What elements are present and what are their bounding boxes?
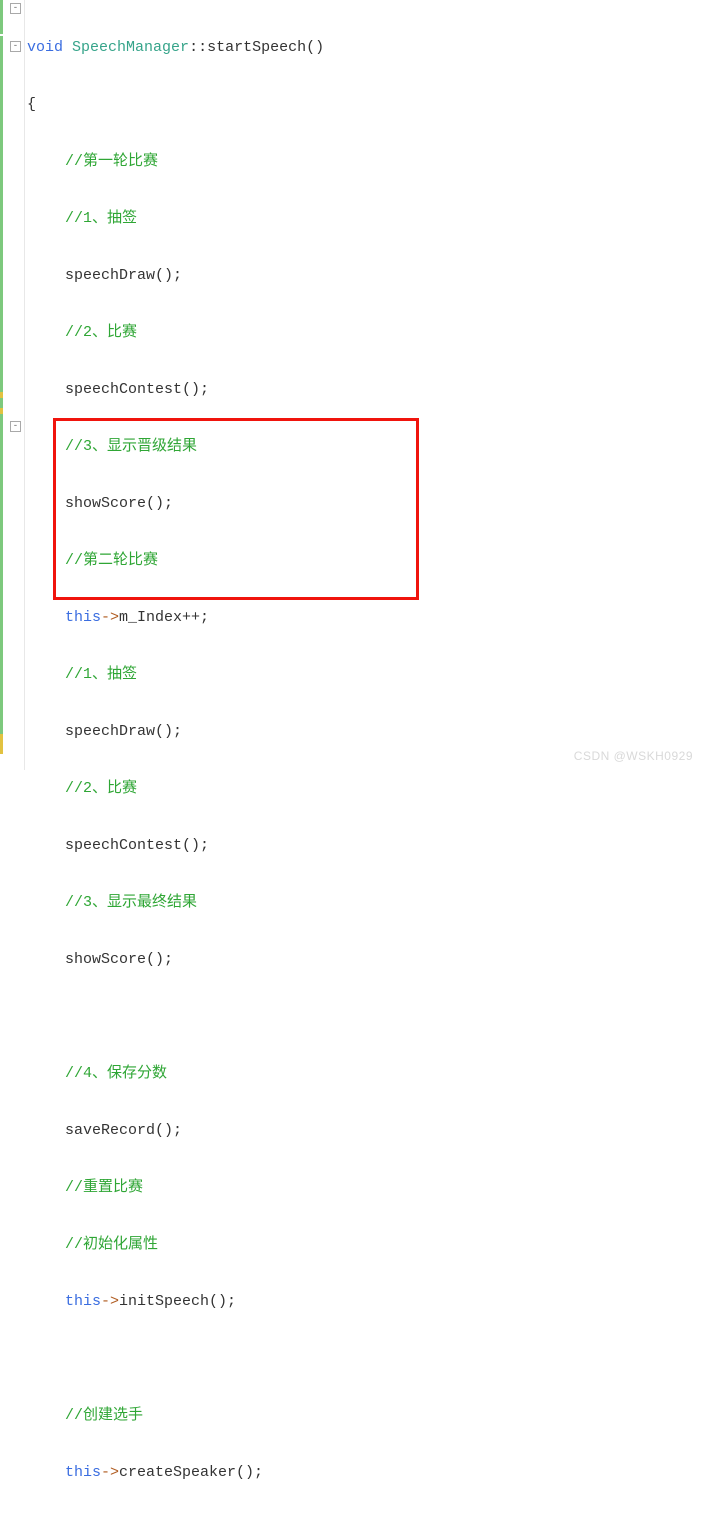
comment: //2、比赛 — [65, 780, 137, 797]
comment: //1、抽签 — [65, 666, 137, 683]
comment: //重置比赛 — [65, 1179, 143, 1196]
code-area[interactable]: void SpeechManager::startSpeech() { //第一… — [25, 0, 324, 770]
fold-icon[interactable]: - — [10, 421, 21, 432]
comment: //第一轮比赛 — [65, 153, 158, 170]
code-statement: showScore(); — [65, 495, 173, 512]
code-statement: speechContest(); — [65, 381, 209, 398]
class-name: SpeechManager — [72, 39, 189, 56]
code-statement: showScore(); — [65, 951, 173, 968]
keyword-this: this — [65, 1464, 101, 1481]
watermark: CSDN @WSKH0929 — [574, 747, 693, 766]
comment: //3、显示最终结果 — [65, 894, 197, 911]
comment: //2、比赛 — [65, 324, 137, 341]
comment: //1、抽签 — [65, 210, 137, 227]
keyword-type: void — [27, 39, 63, 56]
code-statement: speechDraw(); — [65, 267, 182, 284]
comment: //3、显示晋级结果 — [65, 438, 197, 455]
fold-icon[interactable]: - — [10, 3, 21, 14]
code-statement: speechDraw(); — [65, 723, 182, 740]
keyword-this: this — [65, 1293, 101, 1310]
code-editor: - - - void SpeechManager::startSpeech() … — [0, 0, 703, 770]
code-statement: speechContest(); — [65, 837, 209, 854]
code-statement: saveRecord(); — [65, 1122, 182, 1139]
fold-icon[interactable]: - — [10, 41, 21, 52]
gutter: - - - — [0, 0, 25, 770]
comment: //4、保存分数 — [65, 1065, 167, 1082]
comment: //第二轮比赛 — [65, 552, 158, 569]
comment: //创建选手 — [65, 1407, 143, 1424]
comment: //初始化属性 — [65, 1236, 158, 1253]
keyword-this: this — [65, 609, 101, 626]
